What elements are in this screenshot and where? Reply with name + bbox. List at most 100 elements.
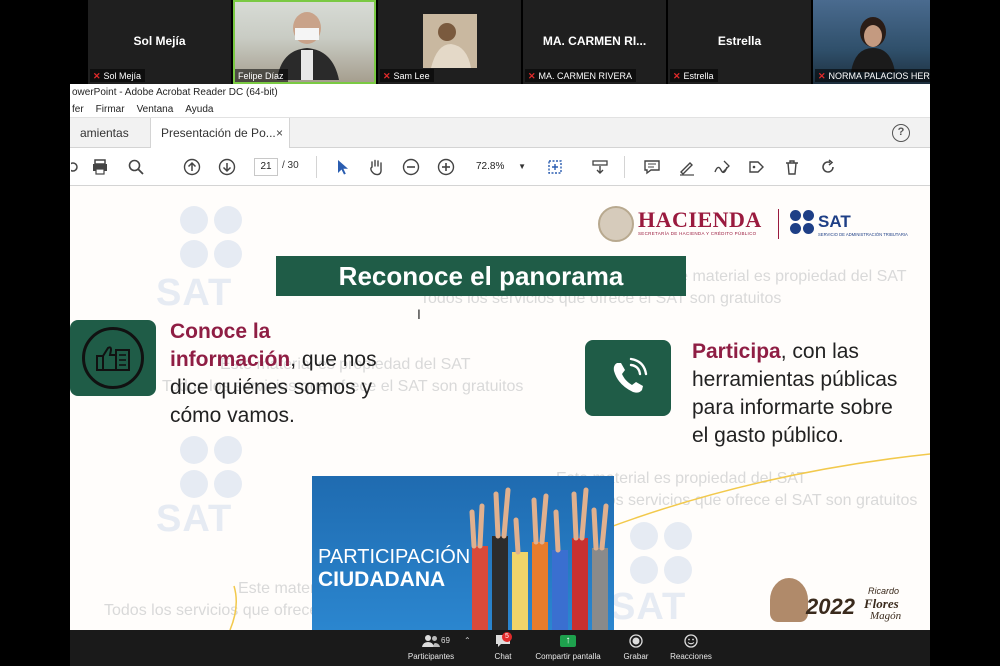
- fit-page-icon[interactable]: [545, 157, 565, 177]
- chat-label: Chat: [494, 652, 512, 661]
- menu-item-ayuda[interactable]: Ayuda: [185, 101, 213, 117]
- 2022-flores-magon-logo: 2022 Ricardo Flores Magón: [760, 574, 920, 630]
- shared-screen: owerPoint - Adobe Acrobat Reader DC (64-…: [70, 84, 930, 630]
- search-icon[interactable]: [126, 157, 146, 177]
- participant-name: MA. CARMEN RI...: [542, 34, 647, 48]
- hacienda-sat-logo: HACIENDA SECRETARÍA DE HACIENDA Y CRÉDIT…: [598, 206, 928, 246]
- conoce-emphasis: Conoce la información: [170, 320, 291, 371]
- participant-name: Estrella: [717, 34, 762, 48]
- mic-muted-icon: ✕: [673, 70, 681, 81]
- participa-emphasis: Participa: [692, 340, 781, 363]
- portrait-icon: [770, 578, 808, 622]
- page-total: / 30: [282, 160, 299, 171]
- mic-muted-icon: ✕: [93, 70, 101, 81]
- sat-logo-subtitle: SERVICIO DE ADMINISTRACIÓN TRIBUTARIA: [818, 232, 908, 237]
- meeting-controls: 69 Participantes ⌃ 5 Chat ↑ Compartir pa…: [70, 630, 930, 666]
- toolbar-divider: [316, 156, 317, 178]
- menu-item-firmar[interactable]: Firmar: [96, 101, 125, 117]
- tab-tools[interactable]: amientas: [70, 118, 139, 148]
- participants-count: 69: [441, 636, 450, 645]
- chat-unread-badge: 5: [502, 632, 512, 642]
- participants-icon: [422, 632, 440, 650]
- tab-document-label: Presentación de Po...: [161, 126, 276, 140]
- tab-bar: amientas Presentación de Po... × ?: [70, 118, 930, 149]
- delete-icon[interactable]: [782, 157, 802, 177]
- sat-logo-icon: [790, 210, 816, 236]
- help-icon[interactable]: ?: [892, 124, 910, 142]
- reactions-label: Reacciones: [670, 652, 712, 661]
- reactions-button[interactable]: Reacciones: [668, 632, 714, 664]
- chat-button[interactable]: 5 Chat: [488, 632, 518, 664]
- participant-tile-norma[interactable]: ✕ NORMA PALACIOS HERN: [813, 0, 930, 84]
- comment-icon[interactable]: [642, 157, 662, 177]
- page-number-input[interactable]: 21: [254, 158, 278, 176]
- participant-tile-sam[interactable]: ✕ Sam Lee: [378, 0, 521, 84]
- mic-muted-icon: ✕: [818, 70, 826, 81]
- zoom-in-icon[interactable]: [436, 157, 456, 177]
- close-tab-icon[interactable]: ×: [276, 118, 283, 148]
- next-page-icon[interactable]: [217, 157, 237, 177]
- save-icon[interactable]: [70, 157, 90, 177]
- hacienda-logo-subtitle: SECRETARÍA DE HACIENDA Y CRÉDITO PÚBLICO: [638, 231, 757, 236]
- participant-caption: ✕ MA. CARMEN RIVERA: [525, 69, 637, 82]
- participation-tile: [585, 340, 671, 416]
- record-icon: [629, 632, 643, 650]
- phone-icon: [613, 357, 648, 393]
- participants-strip: Sol Mejía ✕ Sol Mejía Felipe Díaz ✕ Sam Le…: [0, 0, 1000, 84]
- participant-tile-sol[interactable]: Sol Mejía ✕ Sol Mejía: [88, 0, 231, 84]
- menu-item-ventana[interactable]: Ventana: [137, 101, 174, 117]
- highlight-pen-icon[interactable]: [677, 157, 697, 177]
- pdf-slide: SAT SAT SAT Este material es propiedad d…: [70, 186, 930, 630]
- participant-tile-carmen[interactable]: MA. CARMEN RI... ✕ MA. CARMEN RIVERA: [523, 0, 666, 84]
- participant-caption: Felipe Díaz: [235, 69, 288, 82]
- sat-logo-text: SAT: [818, 212, 851, 231]
- mexico-seal-icon: [598, 206, 634, 242]
- zoom-level-select[interactable]: 72.8% ▼: [472, 158, 530, 176]
- participant-avatar-photo: [423, 14, 477, 68]
- draw-signature-icon[interactable]: [712, 157, 732, 177]
- participacion-ciudadana-image: PARTICIPACIÓN CIUDADANA: [312, 476, 614, 630]
- tab-document[interactable]: Presentación de Po... ×: [150, 118, 290, 149]
- edit-tag-icon[interactable]: [747, 157, 767, 177]
- previous-page-icon[interactable]: [182, 157, 202, 177]
- chevron-up-icon[interactable]: ⌃: [464, 636, 471, 645]
- participant-caption: ✕ Estrella: [670, 69, 718, 82]
- participant-name: Sol Mejía: [133, 34, 186, 48]
- mic-muted-icon: ✕: [383, 70, 391, 81]
- record-label: Grabar: [623, 652, 649, 661]
- zoom-level-value: 72.8%: [476, 161, 505, 172]
- share-screen-button[interactable]: ↑ Compartir pantalla: [532, 632, 604, 664]
- select-cursor-icon[interactable]: [332, 157, 352, 177]
- slide-title: Reconoce el panorama: [276, 256, 686, 296]
- share-screen-label: Compartir pantalla: [535, 652, 601, 661]
- logo-divider: [778, 209, 779, 239]
- image-caption-line1: PARTICIPACIÓN: [318, 546, 471, 568]
- window-title: owerPoint - Adobe Acrobat Reader DC (64-…: [70, 84, 930, 101]
- raised-hands-illustration: [469, 487, 609, 630]
- information-tile: [70, 320, 156, 396]
- hand-tool-icon[interactable]: [366, 157, 386, 177]
- mic-muted-icon: ✕: [528, 70, 536, 81]
- toolbar: 21 / 30 72.8% ▼: [70, 148, 930, 186]
- participant-video: [851, 17, 895, 72]
- scroll-mode-icon[interactable]: [590, 157, 610, 177]
- zoom-meeting-window: Sol Mejía ✕ Sol Mejía Felipe Díaz ✕ Sam Le…: [0, 0, 1000, 666]
- chevron-down-icon: ▼: [518, 162, 526, 171]
- toolbar-divider: [624, 156, 625, 178]
- participants-label: Participantes: [407, 652, 455, 661]
- hacienda-logo-text: HACIENDA: [638, 207, 762, 232]
- record-button[interactable]: Grabar: [618, 632, 654, 664]
- rotate-icon[interactable]: [818, 157, 838, 177]
- participants-button[interactable]: 69 Participantes: [407, 632, 455, 664]
- participant-tile-felipe[interactable]: Felipe Díaz: [233, 0, 376, 84]
- conoce-paragraph: Conoce la información, que nos dice quié…: [170, 318, 390, 430]
- participant-caption: ✕ NORMA PALACIOS HERN: [815, 69, 930, 82]
- participant-caption: ✕ Sam Lee: [380, 69, 434, 82]
- print-icon[interactable]: [90, 157, 110, 177]
- share-screen-icon: ↑: [560, 635, 576, 647]
- text-cursor-icon: I: [417, 306, 421, 322]
- zoom-out-icon[interactable]: [401, 157, 421, 177]
- participa-paragraph: Participa, con las herramientas públicas…: [692, 338, 912, 450]
- menu-item-edit[interactable]: fer: [72, 101, 84, 117]
- participant-tile-estrella[interactable]: Estrella ✕ Estrella: [668, 0, 811, 84]
